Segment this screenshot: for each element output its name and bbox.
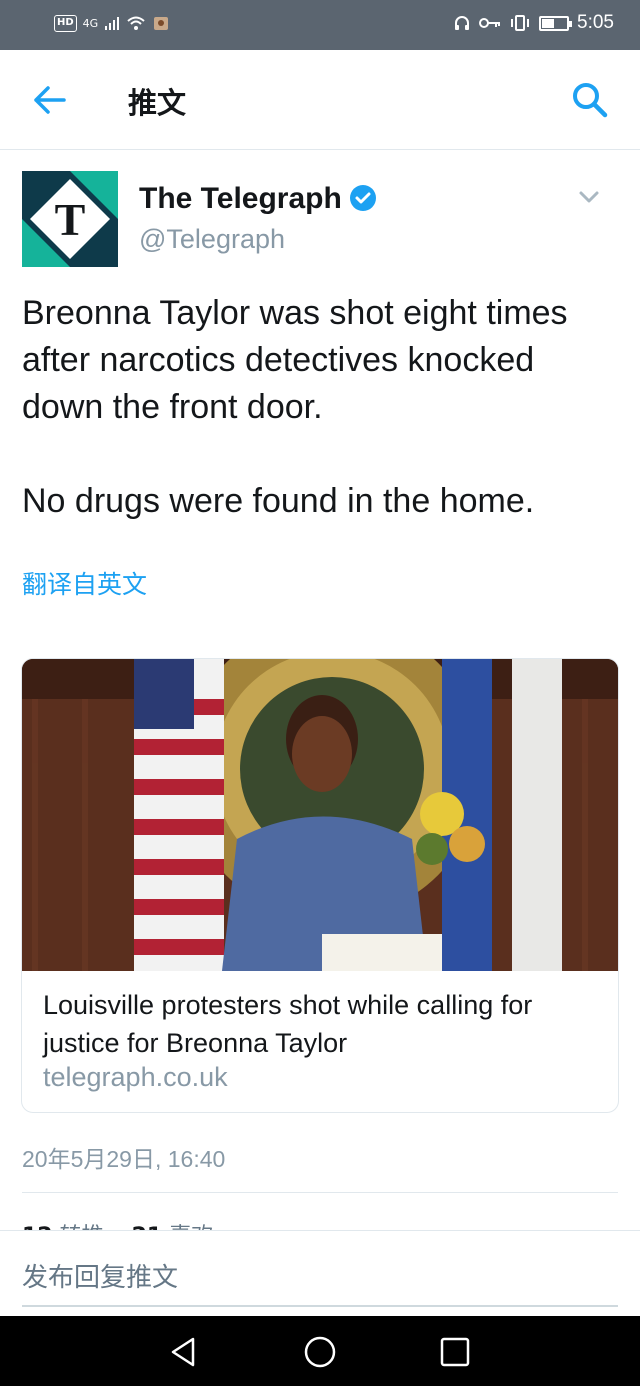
clock: 5:05 — [577, 12, 614, 33]
vibrate-icon — [511, 15, 530, 31]
signal-icon — [105, 17, 120, 30]
tweet-paragraph: No drugs were found in the home. — [22, 482, 535, 520]
card-domain: telegraph.co.uk — [43, 1062, 228, 1092]
system-nav-bar — [0, 1316, 640, 1386]
tweet-text: Breonna Taylor was shot eight times afte… — [22, 290, 622, 525]
translate-link[interactable]: 翻译自英文 — [22, 565, 147, 601]
avatar[interactable]: T — [22, 171, 118, 267]
circle-home-icon — [304, 1336, 336, 1368]
arrow-left-icon — [34, 86, 66, 114]
link-card[interactable]: Louisville protesters shot while calling… — [21, 658, 619, 1113]
reply-underline — [22, 1305, 618, 1307]
headphones-icon — [455, 16, 470, 30]
key-icon — [479, 18, 501, 28]
network-type: 4G — [82, 16, 99, 30]
square-recents-icon — [440, 1337, 470, 1367]
chevron-down-icon — [579, 191, 599, 203]
tweet-paragraph: Breonna Taylor was shot eight times afte… — [22, 294, 568, 426]
card-title: Louisville protesters shot while calling… — [43, 990, 533, 1058]
page-title: 推文 — [128, 86, 187, 120]
reply-bar: 发布回复推文 — [0, 1230, 640, 1316]
nav-back-button[interactable] — [165, 1334, 201, 1370]
verified-badge-icon — [350, 185, 376, 211]
status-left: HD 4G — [54, 14, 170, 32]
triangle-back-icon — [171, 1337, 195, 1367]
author-handle[interactable]: @Telegraph — [139, 224, 285, 255]
search-button[interactable] — [570, 80, 610, 120]
status-right: 5:05 — [453, 12, 614, 34]
header: 推文 — [0, 50, 640, 150]
status-bar: HD 4G 5:05 — [0, 0, 640, 50]
back-button[interactable] — [30, 82, 70, 118]
wifi-icon — [127, 16, 145, 30]
hd-badge: HD — [54, 14, 77, 32]
nav-recents-button[interactable] — [437, 1334, 473, 1370]
reply-input[interactable]: 发布回复推文 — [22, 1257, 178, 1294]
svg-text:T: T — [55, 194, 86, 245]
author-name[interactable]: The Telegraph — [139, 182, 342, 216]
divider — [22, 1192, 618, 1193]
notification-app-icon — [154, 17, 169, 30]
battery-level — [542, 18, 555, 28]
tweet-timestamp: 20年5月29日, 16:40 — [22, 1146, 226, 1172]
search-icon — [573, 83, 608, 118]
battery-icon — [539, 15, 573, 31]
more-options-button[interactable] — [578, 188, 600, 206]
nav-home-button[interactable] — [302, 1334, 338, 1370]
telegraph-logo: T — [22, 171, 118, 267]
card-image — [22, 659, 618, 971]
